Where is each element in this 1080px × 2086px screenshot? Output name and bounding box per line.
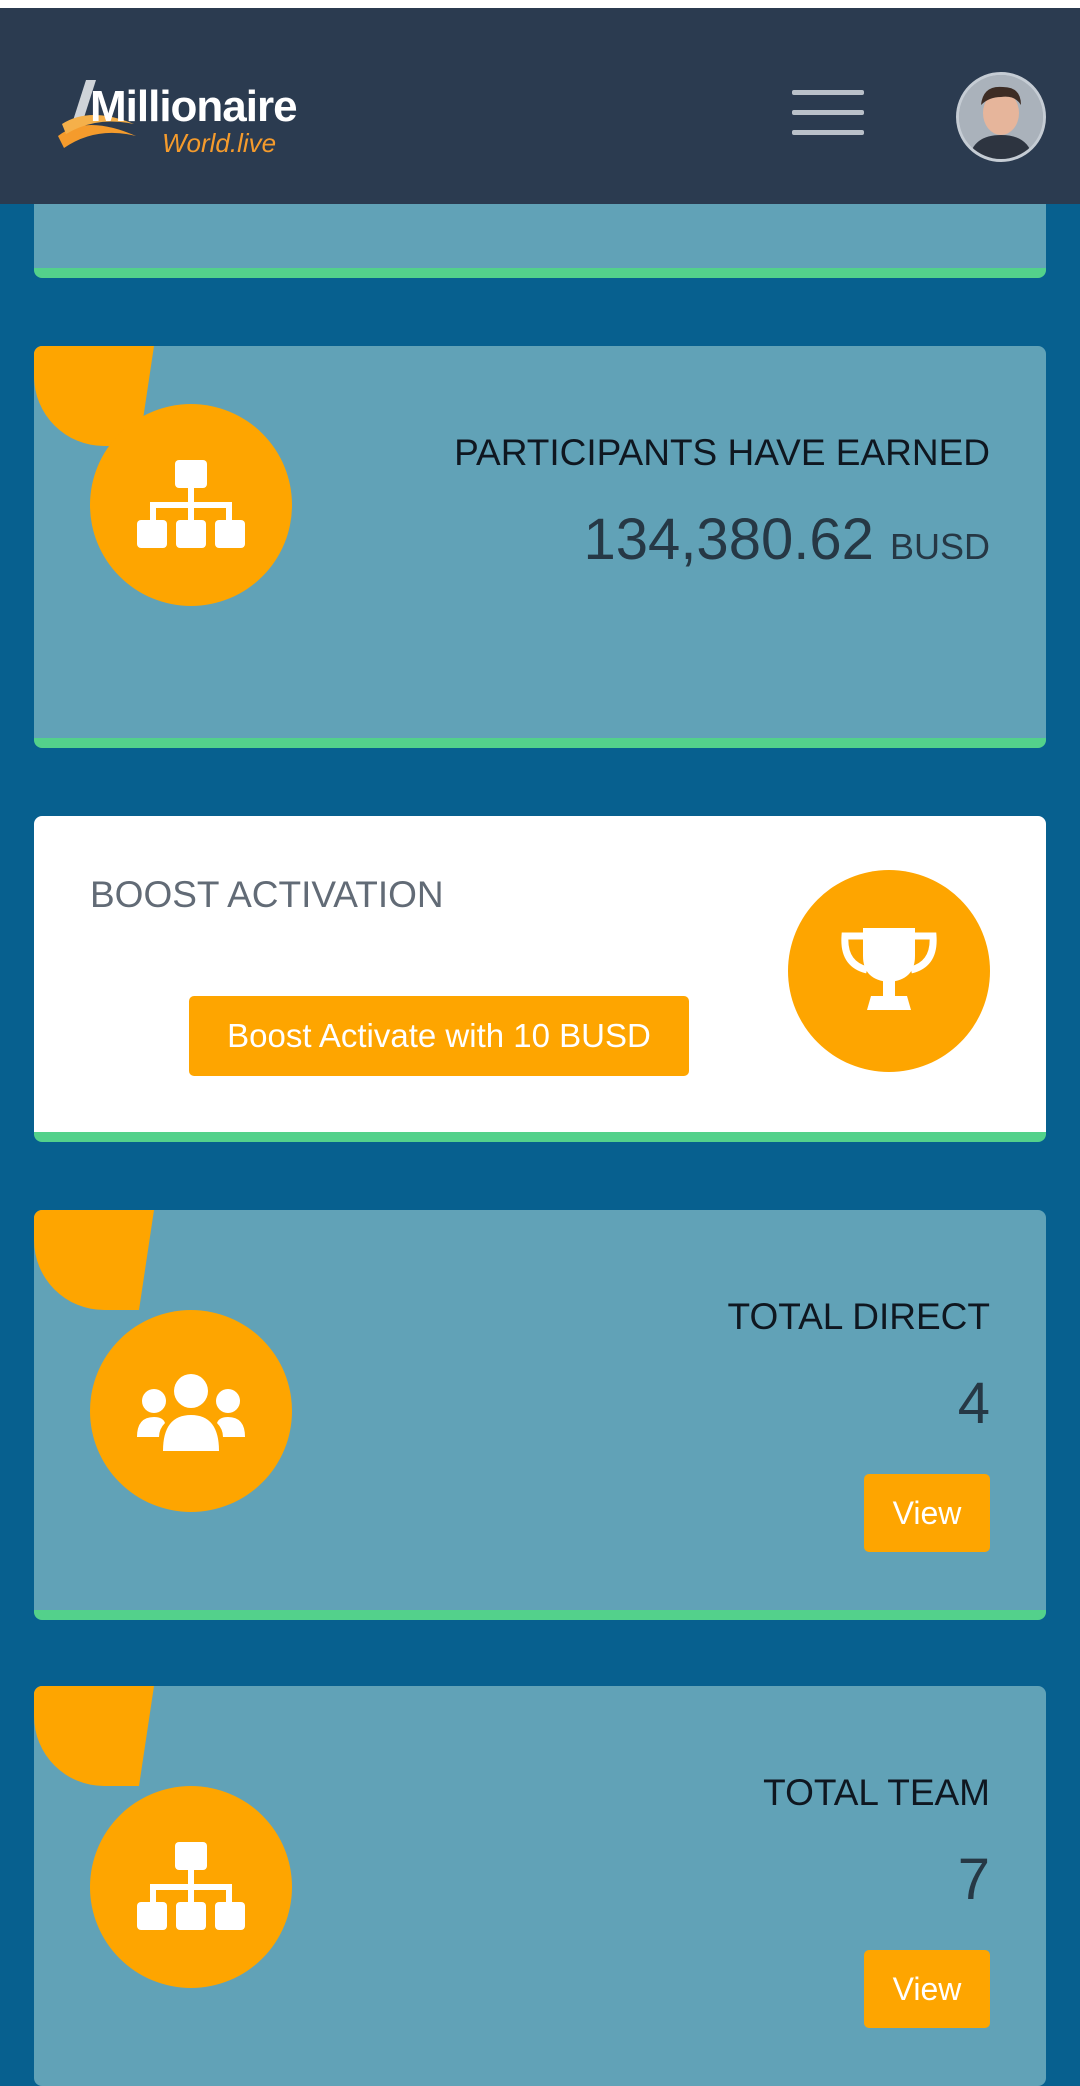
- team-value: 7: [957, 1847, 990, 1912]
- logo-subtitle: World.live: [162, 128, 277, 158]
- status-strip: [0, 0, 1080, 8]
- direct-icon-circle: [90, 1310, 292, 1512]
- earned-title: PARTICIPANTS HAVE EARNED: [454, 432, 990, 473]
- user-avatar[interactable]: [956, 72, 1046, 162]
- direct-title: TOTAL DIRECT: [727, 1296, 990, 1337]
- total-team-card: TOTAL TEAM 7 View: [34, 1686, 1046, 2086]
- logo-title: Millionaire: [90, 82, 298, 131]
- boost-activation-card: BOOST ACTIVATION Boost Activate with 10 …: [34, 816, 1046, 1142]
- team-icon-circle: [90, 1786, 292, 1988]
- app-header: Millionaire World.live: [0, 8, 1080, 204]
- sitemap-icon: [137, 460, 245, 548]
- team-view-button[interactable]: View: [864, 1950, 990, 2028]
- boost-icon-circle: [788, 870, 990, 1072]
- direct-view-button[interactable]: View: [864, 1474, 990, 1552]
- earned-value-line: 134,380.62 BUSD: [584, 506, 990, 573]
- avatar-portrait-icon: [959, 75, 1043, 159]
- card-corner-decoration: [34, 1686, 154, 1786]
- trophy-icon: [841, 928, 937, 1010]
- total-direct-card: TOTAL DIRECT 4 View: [34, 1210, 1046, 1620]
- earned-icon-circle: [90, 404, 292, 606]
- users-icon: [137, 1374, 245, 1451]
- participants-earned-card: PARTICIPANTS HAVE EARNED 134,380.62 BUSD: [34, 346, 1046, 748]
- card-corner-decoration: [34, 1210, 154, 1310]
- earned-value: 134,380.62: [583, 507, 874, 572]
- boost-title: BOOST ACTIVATION: [90, 874, 444, 915]
- sitemap-icon: [137, 1842, 245, 1930]
- team-title: TOTAL TEAM: [763, 1772, 990, 1813]
- hamburger-menu-icon[interactable]: [792, 86, 868, 142]
- earned-unit: BUSD: [889, 526, 990, 567]
- direct-value: 4: [957, 1371, 990, 1436]
- boost-activate-button[interactable]: Boost Activate with 10 BUSD: [189, 996, 689, 1076]
- brand-logo[interactable]: Millionaire World.live: [56, 74, 326, 164]
